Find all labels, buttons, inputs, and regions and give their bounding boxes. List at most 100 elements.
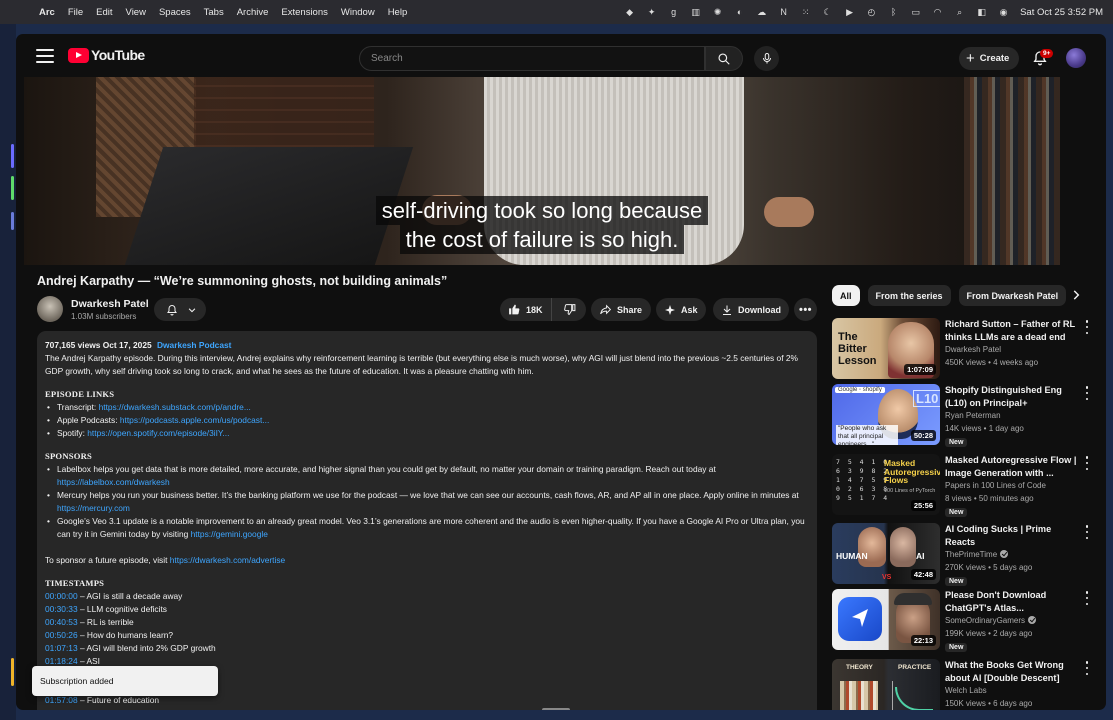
chevron-right-icon[interactable]	[1069, 288, 1083, 302]
voice-search-button[interactable]	[754, 46, 779, 71]
menu-archive[interactable]: Archive	[237, 7, 269, 18]
window-resize-handle[interactable]	[542, 708, 570, 710]
channel-avatar[interactable]	[37, 296, 63, 322]
menu-app-name[interactable]: Arc	[39, 7, 55, 18]
recommendation-title[interactable]: Shopify Distinguished Eng (L10) on Princ…	[945, 384, 1077, 409]
recommendation-item[interactable]: The Bitter Lesson 1:07:09 Richard Sutton…	[832, 318, 1098, 380]
chip-from-channel[interactable]: From Dwarkesh Patel	[958, 285, 1067, 306]
menu-view[interactable]: View	[126, 7, 146, 18]
more-vertical-icon[interactable]	[1083, 525, 1091, 539]
apple-podcasts-link[interactable]: https://podcasts.apple.com/us/podcast...	[120, 415, 269, 425]
space-indicator[interactable]	[11, 658, 14, 686]
recommendation-channel[interactable]: Ryan Peterman	[945, 411, 1001, 420]
search-icon[interactable]: ⌕	[953, 7, 966, 18]
recommendation-item[interactable]: THEORY PRACTICE What the Books Get Wrong…	[832, 659, 1098, 710]
recommendation-channel[interactable]: SomeOrdinaryGamers	[945, 616, 1025, 625]
timestamp-link[interactable]: 01:07:13	[45, 643, 78, 653]
menu-spaces[interactable]: Spaces	[159, 7, 191, 18]
menu-bar-clock[interactable]: Sat Oct 25 3:52 PM	[1020, 7, 1103, 18]
chip-all[interactable]: All	[832, 285, 860, 306]
more-vertical-icon[interactable]	[1083, 386, 1091, 400]
menu-edit[interactable]: Edit	[96, 7, 112, 18]
moon-icon[interactable]: ☾	[821, 7, 834, 18]
grammarly-icon[interactable]: g	[667, 7, 680, 18]
arc-sidebar[interactable]	[0, 24, 16, 720]
play-icon[interactable]: ▶	[843, 7, 856, 18]
menu-window[interactable]: Window	[341, 7, 375, 18]
dislike-button[interactable]	[552, 298, 586, 321]
more-vertical-icon[interactable]	[1083, 320, 1091, 334]
recommendation-channel[interactable]: Dwarkesh Patel	[945, 345, 1001, 354]
notification-settings-button[interactable]	[154, 298, 206, 321]
video-thumbnail[interactable]: Google ◦ shopify L10 "People who ask tha…	[832, 384, 940, 445]
video-thumbnail[interactable]: HUMAN AI VS 42:48	[832, 523, 940, 584]
channel-name[interactable]: Dwarkesh Patel	[71, 298, 149, 310]
gemini-link[interactable]: https://gemini.google	[191, 529, 268, 539]
bluetooth-icon[interactable]: ᛒ	[887, 7, 900, 18]
recommendation-title[interactable]: Richard Sutton – Father of RL thinks LLM…	[945, 318, 1077, 343]
space-indicator[interactable]	[11, 144, 14, 168]
space-indicator[interactable]	[11, 212, 14, 230]
spotify-link[interactable]: https://open.spotify.com/episode/3iIY...	[87, 428, 229, 438]
video-thumbnail[interactable]: THEORY PRACTICE	[832, 659, 940, 710]
space-indicator[interactable]	[11, 176, 14, 200]
wifi-icon[interactable]: ◠	[931, 7, 944, 18]
recommendation-item[interactable]: 22:13 Please Don't Download ChatGPT's At…	[832, 589, 1098, 652]
extension-icon[interactable]: ◆	[623, 7, 636, 18]
search-input[interactable]	[360, 47, 704, 70]
timestamp-link[interactable]: 00:40:53	[45, 617, 78, 627]
recommendation-item[interactable]: 7 5 4 1 06 3 9 8 21 4 7 5 90 2 6 3 89 5 …	[832, 454, 1098, 517]
menu-extensions[interactable]: Extensions	[281, 7, 327, 18]
recommendation-item[interactable]: HUMAN AI VS 42:48 AI Coding Sucks | Prim…	[832, 523, 1098, 586]
youtube-logo[interactable]: YouTube	[68, 47, 145, 63]
video-thumbnail[interactable]: 22:13	[832, 589, 940, 650]
chat-icon[interactable]: ◐	[733, 7, 746, 18]
video-thumbnail[interactable]: The Bitter Lesson 1:07:09	[832, 318, 940, 379]
chip-from-the-series[interactable]: From the series	[867, 285, 951, 306]
more-vertical-icon[interactable]	[1083, 661, 1091, 675]
search-box[interactable]	[359, 46, 705, 71]
like-button[interactable]: 18K	[500, 298, 552, 321]
download-button[interactable]: Download	[713, 298, 789, 321]
more-vertical-icon[interactable]	[1083, 456, 1091, 470]
more-vertical-icon[interactable]	[1083, 591, 1091, 605]
labelbox-link[interactable]: https://labelbox.com/dwarkesh	[57, 477, 170, 487]
recommendation-channel[interactable]: Welch Labs	[945, 686, 987, 695]
account-avatar[interactable]	[1066, 48, 1086, 68]
menu-help[interactable]: Help	[388, 7, 408, 18]
recommendation-channel[interactable]: Papers in 100 Lines of Code	[945, 481, 1046, 490]
transcript-link[interactable]: https://dwarkesh.substack.com/p/andre...	[99, 402, 251, 412]
recommendation-title[interactable]: Please Don't Download ChatGPT's Atlas...	[945, 589, 1077, 614]
timestamp-link[interactable]: 01:57:08	[45, 695, 78, 705]
hashtag-link[interactable]: Dwarkesh Podcast	[157, 340, 231, 350]
battery-icon[interactable]: ▭	[909, 7, 922, 18]
more-actions-button[interactable]: •••	[794, 298, 817, 321]
timestamp-link[interactable]: 00:50:26	[45, 630, 78, 640]
ask-button[interactable]: Ask	[656, 298, 706, 321]
create-button[interactable]: + Create	[959, 47, 1020, 70]
recommendation-title[interactable]: What the Books Get Wrong about AI [Doubl…	[945, 659, 1077, 684]
advertise-link[interactable]: https://dwarkesh.com/advertise	[170, 555, 285, 565]
search-button[interactable]	[705, 46, 743, 71]
butterfly-icon[interactable]: ✦	[645, 7, 658, 18]
menu-tabs[interactable]: Tabs	[204, 7, 224, 18]
recommendation-item[interactable]: Google ◦ shopify L10 "People who ask tha…	[832, 384, 1098, 447]
recommendation-title[interactable]: AI Coding Sucks | Prime Reacts	[945, 523, 1077, 548]
grid-icon[interactable]: ⁙	[799, 7, 812, 18]
stats-icon[interactable]: ▥	[689, 7, 702, 18]
menu-icon[interactable]	[36, 49, 54, 63]
timestamp-link[interactable]: 00:30:33	[45, 604, 78, 614]
menu-file[interactable]: File	[68, 7, 83, 18]
recommendation-title[interactable]: Masked Autoregressive Flow | Image Gener…	[945, 454, 1077, 479]
openai-icon[interactable]: ✺	[711, 7, 724, 18]
video-player[interactable]: self-driving took so long because the co…	[24, 77, 1060, 265]
timestamp-link[interactable]: 01:18:24	[45, 656, 78, 666]
description-box[interactable]: 707,165 views Oct 17, 2025 Dwarkesh Podc…	[37, 331, 817, 710]
notion-icon[interactable]: N	[777, 7, 790, 18]
video-thumbnail[interactable]: 7 5 4 1 06 3 9 8 21 4 7 5 90 2 6 3 89 5 …	[832, 454, 940, 515]
control-center-icon[interactable]: ◧	[975, 7, 988, 18]
share-button[interactable]: Share	[591, 298, 651, 321]
cloud-icon[interactable]: ☁	[755, 7, 768, 18]
clock-icon[interactable]: ◴	[865, 7, 878, 18]
timestamp-link[interactable]: 00:00:00	[45, 591, 78, 601]
